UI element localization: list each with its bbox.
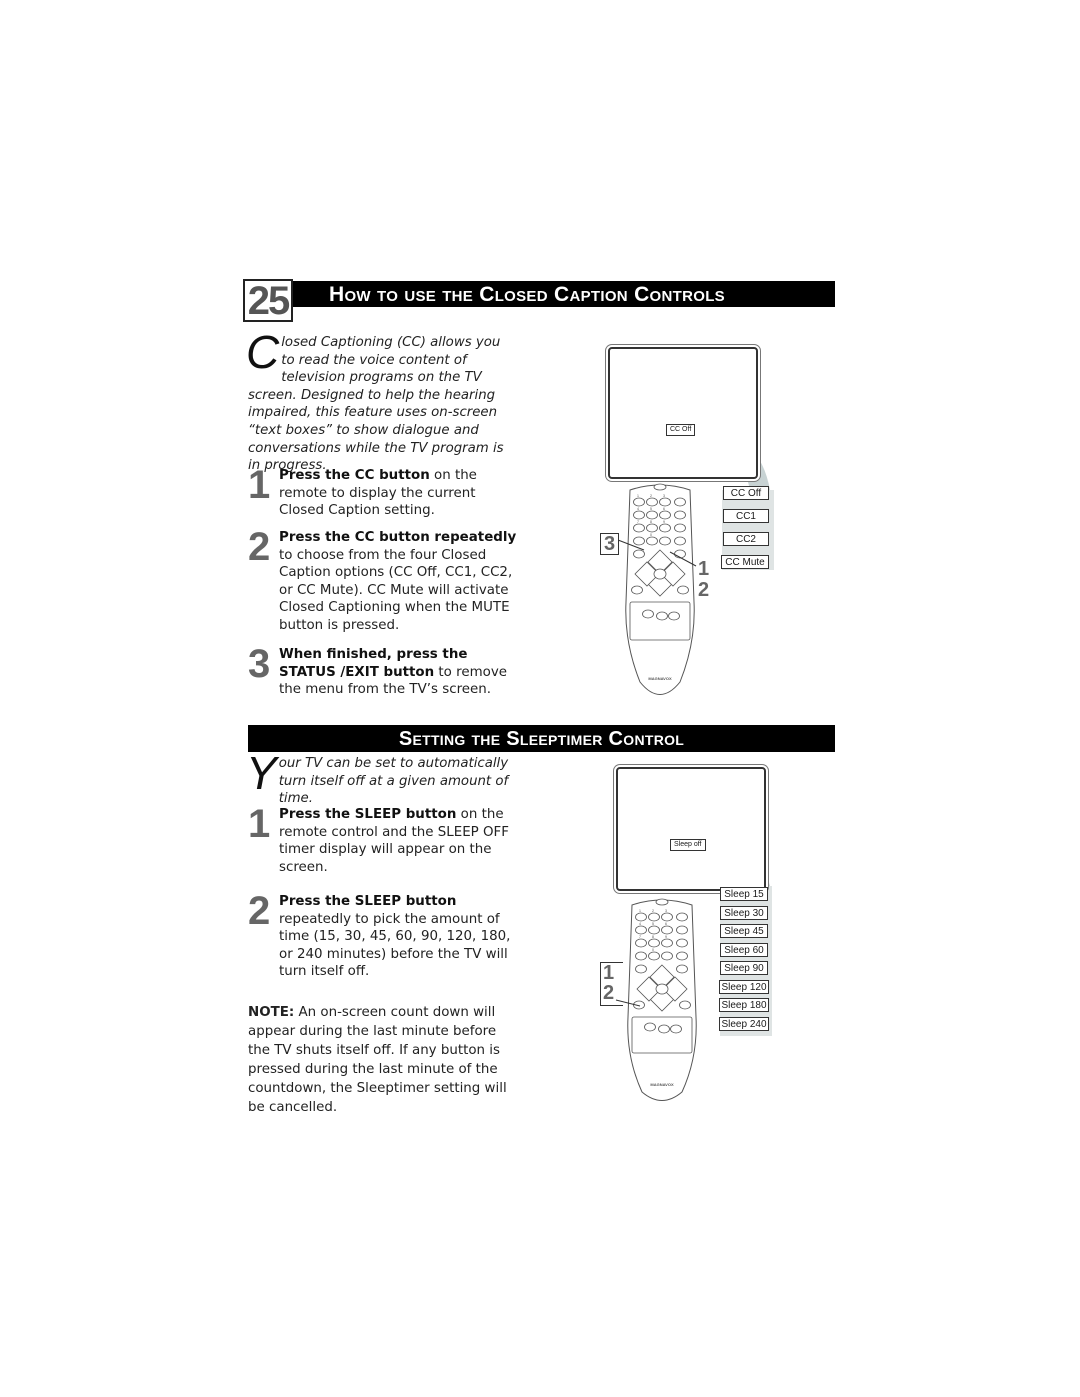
svg-text:3: 3 — [665, 909, 667, 913]
cc-step-2: 2 Press the CC button repeatedly to choo… — [248, 525, 523, 635]
step-number: 1 — [248, 463, 271, 507]
drop-cap: C — [246, 326, 280, 378]
tv-screen-label: CC Off — [666, 424, 696, 436]
callout-number: 2 — [603, 982, 615, 1004]
sleep-step-2: 2 Press the SLEEP button repeatedly to p… — [248, 889, 523, 981]
section-header-closed-caption: How to use the Closed Caption Controls — [293, 281, 835, 307]
step-bold: Press the CC button repeatedly — [279, 530, 517, 545]
cc-step-3: 3 When finished, press the STATUS /EXIT … — [248, 642, 523, 699]
step-number: 2 — [248, 889, 271, 933]
step-number: 3 — [248, 642, 271, 686]
svg-text:7: 7 — [639, 935, 641, 939]
sleep-option: Sleep 45 — [720, 924, 768, 938]
svg-text:0: 0 — [652, 948, 654, 952]
drop-cap: Y — [246, 747, 277, 799]
step-number: 2 — [248, 525, 271, 569]
svg-text:8: 8 — [650, 520, 652, 524]
sleep-option: Sleep 90 — [720, 961, 768, 975]
callout-number: 1 — [698, 558, 710, 580]
step-number: 1 — [248, 802, 271, 846]
svg-text:1: 1 — [639, 909, 641, 913]
callout-number: 3 — [600, 533, 620, 555]
intro-text: our TV can be set to automatically turn … — [278, 756, 509, 807]
svg-text:2: 2 — [652, 909, 654, 913]
sleep-option: Sleep 120 — [719, 980, 769, 994]
svg-text:6: 6 — [663, 507, 665, 511]
sleeptimer-illustration: Sleep off Sleep 15 Sleep 30 Sleep 45 Sle… — [600, 762, 780, 1112]
callout-lines — [617, 539, 697, 567]
svg-text:7: 7 — [637, 520, 639, 524]
sleeptimer-intro: Your TV can be set to automatically turn… — [246, 747, 513, 808]
svg-text:2: 2 — [650, 494, 652, 498]
intro-text: losed Captioning (CC) allows you to read… — [248, 335, 504, 474]
callout-number: 1 — [603, 962, 615, 984]
svg-text:5: 5 — [650, 507, 652, 511]
cc-illustration: CC Off CC Off CC1 CC2 CC Mute 123 456 78… — [600, 340, 780, 710]
tv-screen — [616, 767, 766, 891]
step-bold: Press the SLEEP button — [279, 807, 457, 822]
sleep-option: Sleep 30 — [720, 906, 768, 920]
svg-text:5: 5 — [652, 922, 654, 926]
closed-caption-intro: Closed Captioning (CC) allows you to rea… — [246, 326, 513, 475]
step-text: to choose from the four Closed Caption o… — [279, 547, 513, 633]
sleep-step-1: 1 Press the SLEEP button on the remote c… — [248, 802, 523, 876]
sleep-option: Sleep 15 — [720, 887, 768, 901]
sleeptimer-note: NOTE: An on-screen count down will appea… — [248, 1003, 518, 1117]
svg-text:3: 3 — [663, 494, 665, 498]
page-number: 25 — [243, 279, 293, 322]
sleep-option: Sleep 240 — [719, 1017, 769, 1031]
section-header-sleeptimer: Setting the Sleeptimer Control — [248, 725, 835, 752]
cc-option: CC1 — [723, 509, 769, 523]
svg-text:1: 1 — [637, 494, 639, 498]
svg-text:9: 9 — [663, 520, 665, 524]
note-text: An on-screen count down will appear duri… — [248, 1005, 507, 1115]
svg-text:4: 4 — [639, 922, 641, 926]
cc-option: CC Off — [723, 486, 769, 500]
step-bold: Press the SLEEP button — [279, 894, 457, 909]
remote-brand: MAGNAVOX — [650, 1082, 674, 1087]
tv-screen — [608, 347, 758, 479]
step-text: repeatedly to pick the amount of time (1… — [279, 911, 511, 980]
callout-number: 2 — [698, 579, 710, 601]
sleep-option: Sleep 60 — [720, 943, 768, 957]
tv-screen-label: Sleep off — [670, 839, 706, 851]
svg-text:9: 9 — [665, 935, 667, 939]
note-label: NOTE: — [248, 1005, 295, 1020]
cc-step-1: 1 Press the CC button on the remote to d… — [248, 463, 523, 520]
sleep-option: Sleep 180 — [719, 998, 769, 1012]
svg-text:4: 4 — [637, 507, 639, 511]
remote-brand: MAGNAVOX — [648, 676, 672, 681]
svg-text:8: 8 — [652, 935, 654, 939]
step-bold: Press the CC button — [279, 468, 430, 483]
svg-text:6: 6 — [665, 922, 667, 926]
